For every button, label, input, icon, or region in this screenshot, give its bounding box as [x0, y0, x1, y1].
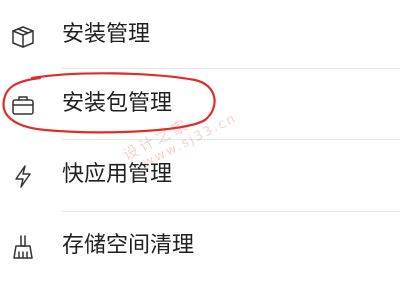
- broom-icon: [8, 232, 38, 262]
- menu-item-label: 安装包管理: [62, 91, 173, 116]
- menu-item-quick-app-management[interactable]: 快应用管理: [0, 146, 400, 206]
- menu-item-storage-cleanup[interactable]: 存储空间清理: [0, 217, 400, 277]
- box-icon: [8, 21, 38, 51]
- menu-item-install-management[interactable]: 安装管理: [0, 6, 400, 66]
- menu-item-package-management[interactable]: 安装包管理: [0, 75, 400, 135]
- menu-item-label: 安装管理: [62, 22, 151, 47]
- settings-menu: 安装管理 安装包管理 快应用管理 存储空间清理: [0, 0, 400, 300]
- briefcase-icon: [8, 90, 38, 120]
- menu-divider: [62, 68, 400, 69]
- menu-item-label: 存储空间清理: [62, 233, 195, 258]
- menu-divider: [62, 211, 400, 212]
- menu-item-label: 快应用管理: [62, 162, 173, 187]
- lightning-icon: [8, 161, 38, 191]
- menu-divider: [62, 139, 400, 140]
